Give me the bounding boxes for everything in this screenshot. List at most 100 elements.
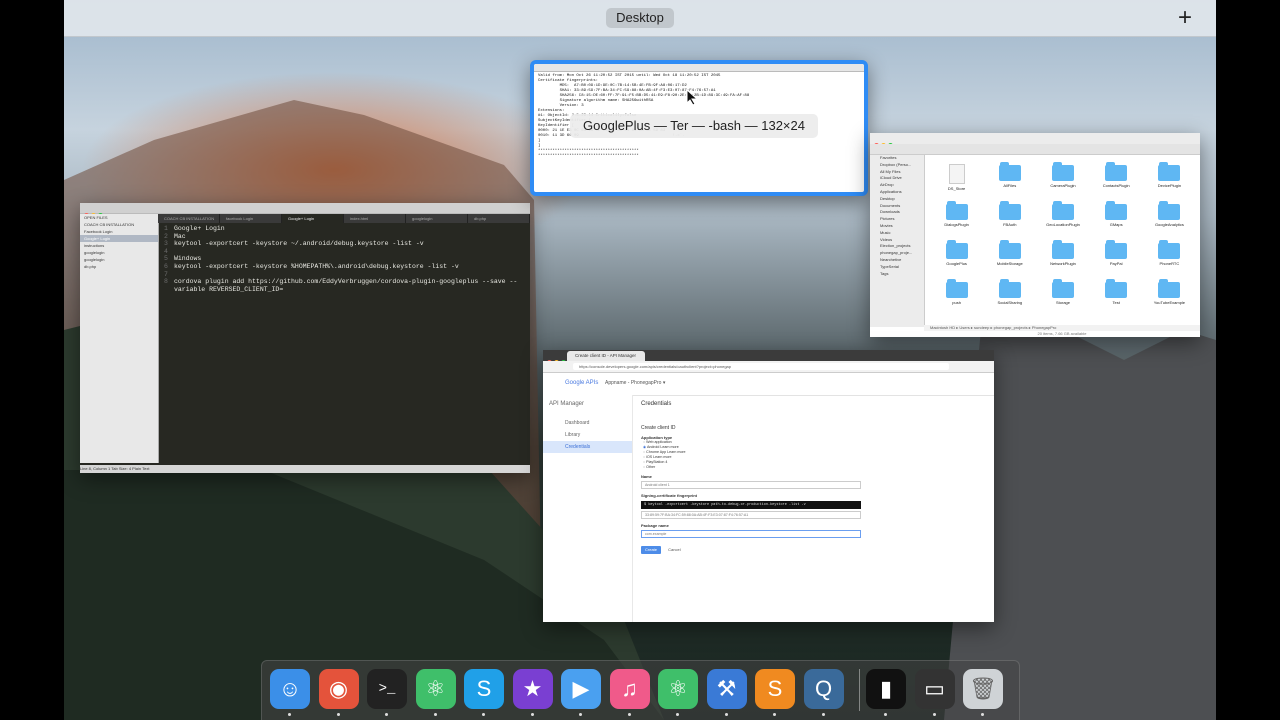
finder-item[interactable]: SocialSharing [983,279,1036,314]
finder-sidebar-item[interactable]: Music [870,230,924,237]
line-number: 1 [164,225,168,232]
finder-sidebar-item[interactable]: Election_projects [870,243,924,250]
finder-item[interactable]: FBAuth [983,201,1036,236]
window-doc-icon[interactable]: ▭ [914,669,955,709]
finder-item-name: GooglePlus [946,261,967,266]
finder-item[interactable]: DS_Store [930,163,983,197]
code-line: 4 [164,248,524,256]
atom-icon[interactable]: ⚛ [415,669,456,709]
finder-sidebar-item[interactable]: phonegap_proje... [870,250,924,257]
name-input[interactable]: Android client 1 [641,481,861,489]
xcode-icon[interactable]: ⚒ [706,669,747,709]
finder-icon[interactable]: ☺ [270,669,310,709]
finder-item[interactable]: DialogsPlugin [930,201,983,236]
finder-item[interactable]: AllFiles [983,162,1036,197]
sidebar-file-item[interactable]: Facebook Login [80,228,158,235]
editor-tab[interactable]: googlelogin [406,214,468,223]
imovie-icon[interactable]: ★ [512,669,553,709]
quicktime-icon[interactable]: ▶ [561,669,601,709]
finder-window[interactable]: Favorites Dropbox (Perso... All My Files iC… [870,133,1200,337]
finder-item[interactable]: ContactsPlugin [1090,162,1143,197]
finder-item[interactable]: GoogleAnalytics [1143,201,1196,236]
project-selector[interactable]: Appname - PhonegapPro ▾ [605,380,665,386]
finder-sidebar-item[interactable]: Documents [870,203,924,210]
finder-item[interactable]: DevicePlugin [1143,162,1196,197]
add-space-button[interactable]: + [1174,5,1196,31]
chrome-window[interactable]: Create client ID - API Manager https://c… [543,350,994,622]
folder-icon [1051,279,1074,298]
finder-sidebar-item[interactable]: Videos [870,237,924,244]
editor-tab[interactable]: index.html [344,214,406,223]
finder-sidebar-item[interactable]: Downloads [870,209,924,216]
finder-sidebar-item[interactable]: Movies [870,223,924,230]
left-letterbox [0,0,64,720]
chrome-tab[interactable]: Create client ID - API Manager [567,351,645,361]
finder-item[interactable]: push [930,279,983,314]
finder-item[interactable]: YouTubeExample [1143,279,1196,314]
finder-sidebar-item[interactable]: AirDrop [870,182,924,189]
itunes-icon[interactable]: ♫ [609,669,650,709]
trash-icon[interactable]: 🗑 [963,669,1003,709]
option-label: Other [646,465,656,469]
editor-titlebar [80,203,530,218]
fingerprint-command: $ keytool -exportcert -keystore path-to-… [641,501,861,509]
desktop-space-thumbnail[interactable]: Desktop [606,8,674,28]
editor-tab[interactable]: facebook Login [220,214,282,223]
finder-sidebar-item[interactable]: Applications [870,189,924,196]
address-bar[interactable]: https://console.developers.google.com/ap… [573,363,949,370]
finder-sidebar-item[interactable]: TypeSerial [870,264,924,271]
app-type-option[interactable]: ○ Other [641,465,861,470]
terminal-icon[interactable]: >_ [367,669,407,709]
finder-sidebar-item[interactable]: Tags [870,271,924,278]
quicktime-x-icon[interactable]: Q [803,669,844,709]
finder-item[interactable]: GeoLocationPlugin [1036,201,1089,236]
nav-item[interactable]: Dashboard [543,417,632,429]
sidebar-file-item[interactable]: OPEN FILES [80,214,158,221]
folder-icon [1105,279,1128,298]
editor-tab[interactable]: db.php [468,214,530,223]
create-button[interactable]: Create [641,546,662,554]
finder-sidebar-item[interactable]: Desktop [870,196,924,203]
sublime-editor-window[interactable]: OPEN FILES COACH CB INSTALLATION Facebook … [80,203,530,473]
finder-sidebar-item[interactable]: All My Files [870,169,924,176]
finder-item[interactable]: PhoneRTC [1143,240,1196,275]
sidebar-file-item[interactable]: instructions [80,242,158,249]
finder-item[interactable]: MobileStorage [983,240,1036,275]
atom-2-icon[interactable]: ⚛ [658,669,698,709]
code-line: 7 [164,271,524,279]
sidebar-file-item[interactable]: googlelogin [80,256,158,263]
finder-item[interactable]: NetworkPlugin [1036,240,1089,275]
option-label: iOS Learn more [646,455,672,459]
option-label: Chrome App Learn more [646,450,686,454]
fingerprint-input[interactable]: 33:89:59:7F:BA:34:FC:59:88:0A:AB:4F:F3:E… [641,511,861,519]
finder-item[interactable]: GMaps [1090,201,1143,236]
finder-sidebar-item[interactable]: Nearchetive [870,257,924,264]
editor-sidebar: OPEN FILES COACH CB INSTALLATION Facebook … [80,214,159,463]
finder-sidebar-item[interactable]: Favorites [870,155,924,162]
finder-item[interactable]: CameraPlugin [1036,162,1089,197]
finder-item[interactable]: GooglePlus [930,240,983,275]
finder-item[interactable]: Storage [1036,279,1089,314]
sidebar-file-item[interactable]: db.php [80,263,158,270]
editor-tab[interactable]: COACH CB INSTALLATION [158,214,220,223]
finder-sidebar-item[interactable]: Dropbox (Perso... [870,162,924,169]
finder-item-name: FBAuth [1003,222,1017,227]
sidebar-file-item[interactable]: COACH CB INSTALLATION [80,221,158,228]
finder-item[interactable]: Test [1090,279,1143,314]
editor-tab[interactable]: Google+ Login [282,214,344,223]
finder-item[interactable]: PayPal [1090,240,1143,275]
cancel-button[interactable]: Cancel [668,547,680,552]
google-apis-logo[interactable]: Google APIs [565,380,598,386]
phone-doc-icon[interactable]: ▮ [866,669,906,709]
chrome-icon[interactable]: ◉ [318,669,359,709]
mission-control-screen: Desktop + OPEN FILES COACH CB INSTALLATIO… [64,0,1216,720]
sidebar-file-item[interactable]: googlelogin [80,249,158,256]
nav-item[interactable]: Library [543,429,632,441]
sublime-text-icon[interactable]: S [755,669,795,709]
skype-icon[interactable]: S [464,669,504,709]
package-input[interactable]: com.example [641,530,861,538]
finder-sidebar-item[interactable]: iCloud Drive [870,175,924,182]
sidebar-file-item[interactable]: Google+ Login [80,235,158,242]
nav-item[interactable]: Credentials [543,441,632,453]
finder-sidebar-item[interactable]: Pictures [870,216,924,223]
